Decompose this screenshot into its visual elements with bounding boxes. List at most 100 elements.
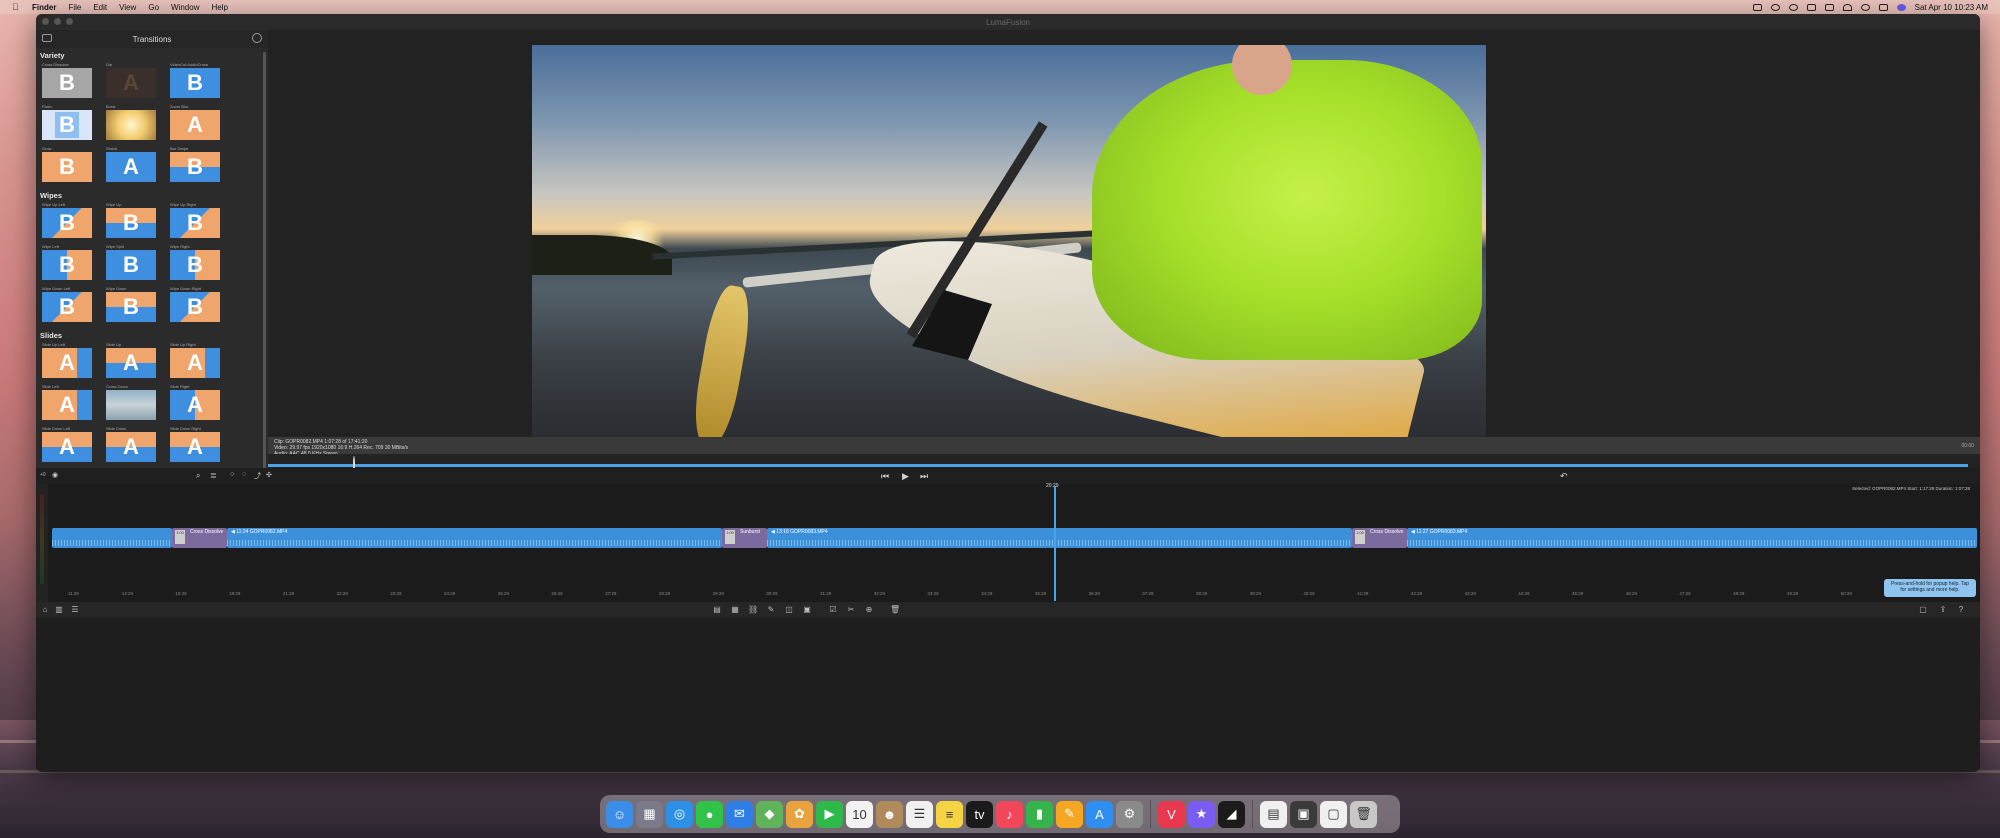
time-machine-icon[interactable] — [1788, 3, 1798, 11]
transition-tile[interactable]: Cross Zoom — [106, 384, 156, 420]
close-window-button[interactable] — [42, 18, 49, 25]
video-clip[interactable] — [52, 528, 172, 548]
mail-icon[interactable]: ✉ — [726, 800, 753, 828]
menu-edit[interactable]: Edit — [93, 3, 107, 12]
video-clip[interactable]: ◀ 11:27 GOPR0083.MP4 — [1407, 528, 1977, 548]
safari-icon[interactable]: ◎ — [666, 800, 693, 828]
calendar-icon[interactable]: 10 — [846, 800, 873, 828]
control-center-icon[interactable] — [1878, 3, 1888, 11]
transition-tile[interactable]: Slide Up Right A — [170, 342, 220, 378]
project-manager-icon[interactable]: ⌂ — [40, 605, 50, 615]
overwrite-icon[interactable]: ▦ — [730, 605, 740, 615]
transition-tile[interactable]: Flash B — [42, 104, 92, 140]
numbers-icon[interactable]: ▮ — [1026, 800, 1053, 828]
transition-tile[interactable]: Slide Down Right A — [170, 426, 220, 462]
menu-help[interactable]: Help — [211, 3, 227, 12]
finder-icon[interactable]: ☺ — [606, 800, 633, 828]
photos-icon[interactable]: ✿ — [786, 800, 813, 828]
document-icon[interactable]: ▤ — [1260, 800, 1287, 828]
filter-icon[interactable]: ≣ — [210, 471, 217, 480]
playhead[interactable] — [1054, 486, 1056, 601]
transition-tile[interactable]: Wipe Up Left B — [42, 202, 92, 238]
screenshot-icon[interactable]: ▣ — [1290, 800, 1317, 828]
transition-clip[interactable]: 1:00 Cross Dissolve — [172, 528, 227, 548]
pages-icon[interactable]: ✎ — [1056, 800, 1083, 828]
transition-tile[interactable]: Slide Up Left A — [42, 342, 92, 378]
maps-icon[interactable]: ◆ — [756, 800, 783, 828]
screen-record-icon[interactable] — [1752, 3, 1762, 11]
split-icon[interactable]: ⤴ — [254, 471, 261, 481]
play-button[interactable]: ▶ — [902, 471, 909, 482]
menu-go[interactable]: Go — [148, 3, 159, 12]
transition-tile[interactable]: Wipe Up B — [106, 202, 156, 238]
timeline[interactable]: 20:29 Selected: GOPR0082.MP4 Start: 1:17… — [36, 483, 1980, 602]
music-icon[interactable]: ♪ — [996, 800, 1023, 828]
transition-tile[interactable]: Wipe Split B — [106, 244, 156, 280]
transition-tile[interactable]: Wipe Down Right B — [170, 286, 220, 322]
reminders-icon[interactable]: ☰ — [906, 800, 933, 828]
appstore-icon[interactable]: A — [1086, 800, 1113, 828]
transition-tile[interactable]: Slide Down Left A — [42, 426, 92, 462]
transition-tile[interactable]: Bar Swipe B — [170, 146, 220, 182]
more-options-icon[interactable] — [252, 33, 262, 43]
minimize-window-button[interactable] — [54, 18, 61, 25]
record-icon[interactable]: ○ — [230, 471, 234, 478]
preview-icon[interactable]: ▢ — [1320, 800, 1347, 828]
trash-icon[interactable]: 🗑 — [1350, 800, 1377, 828]
transition-clip[interactable]: 1:00 Sunburst — [722, 528, 767, 548]
lumafusion-icon[interactable]: ◢ — [1218, 800, 1245, 828]
share-icon[interactable]: ⇪ — [1938, 605, 1948, 615]
transition-tile[interactable]: Wipe Down Left B — [42, 286, 92, 322]
video-frame[interactable] — [532, 45, 1486, 437]
imovie-icon[interactable]: ★ — [1188, 800, 1215, 828]
transition-tile[interactable]: VideoCut AudioCross B — [170, 62, 220, 98]
notes-icon[interactable]: ≡ — [936, 800, 963, 828]
facetime-icon[interactable]: ▶ — [816, 800, 843, 828]
snap-icon[interactable]: ✣ — [266, 471, 272, 479]
tv-icon[interactable]: tv — [966, 800, 993, 828]
help-icon[interactable]: ? — [1956, 605, 1966, 615]
menu-view[interactable]: View — [119, 3, 136, 12]
menu-file[interactable]: File — [68, 3, 81, 12]
video-clip[interactable]: ◀ 13:18 GOPR0083.MP4 — [767, 528, 1352, 548]
spotlight-search-icon[interactable] — [1860, 3, 1870, 11]
apple-menu-icon[interactable]:  — [12, 2, 24, 12]
add-icon[interactable]: ⊕ — [864, 605, 874, 615]
transition-tile[interactable]: Dip A — [106, 62, 156, 98]
menu-clock[interactable]: Sat Apr 10 10:23 AM — [1915, 3, 1988, 12]
audio-mixer-icon[interactable]: ◉ — [52, 471, 58, 479]
transition-tile[interactable]: Slide Down A — [106, 426, 156, 462]
library-toggle-icon[interactable] — [42, 34, 52, 42]
siri-icon[interactable] — [1896, 3, 1906, 11]
insert-icon[interactable]: ▤ — [712, 605, 722, 615]
transition-tile[interactable]: Grow B — [42, 146, 92, 182]
freeze-frame-icon[interactable]: ◫ — [784, 605, 794, 615]
transition-tile[interactable]: Slide Left A — [42, 384, 92, 420]
delete-icon[interactable]: 🗑 — [890, 605, 900, 615]
menu-app-name[interactable]: Finder — [32, 3, 56, 12]
transition-tile[interactable]: Wipe Right B — [170, 244, 220, 280]
play-icon[interactable] — [1770, 3, 1780, 11]
select-icon[interactable]: ☑ — [828, 605, 838, 615]
skip-back-button[interactable]: ⏮ — [881, 471, 889, 482]
track-headers-icon[interactable]: ☰ — [70, 605, 80, 615]
search-icon[interactable]: ⌕ — [196, 471, 200, 481]
scrub-track[interactable] — [268, 464, 1968, 467]
transition-tile[interactable]: Wipe Up Right B — [170, 202, 220, 238]
marker-icon[interactable]: ◌ — [242, 471, 246, 478]
battery-icon[interactable] — [1824, 3, 1834, 11]
cut-icon[interactable]: ✂ — [846, 605, 856, 615]
skip-forward-button[interactable]: ⏭ — [920, 471, 928, 482]
duplicate-icon[interactable]: ▣ — [802, 605, 812, 615]
launchpad-icon[interactable]: ▦ — [636, 800, 663, 828]
media-icon[interactable]: ▢ — [1918, 605, 1928, 615]
volume-icon[interactable] — [1806, 3, 1816, 11]
transition-tile[interactable]: Burst — [106, 104, 156, 140]
transition-tile[interactable]: Cross Dissolve B — [42, 62, 92, 98]
transition-tile[interactable]: Slide Up A — [106, 342, 156, 378]
edit-pencil-icon[interactable]: ✎ — [766, 605, 776, 615]
transition-tile[interactable]: Zoom Blur A — [170, 104, 220, 140]
menu-window[interactable]: Window — [171, 3, 199, 12]
wifi-icon[interactable] — [1842, 3, 1852, 11]
link-icon[interactable]: ⛓ — [748, 605, 758, 615]
